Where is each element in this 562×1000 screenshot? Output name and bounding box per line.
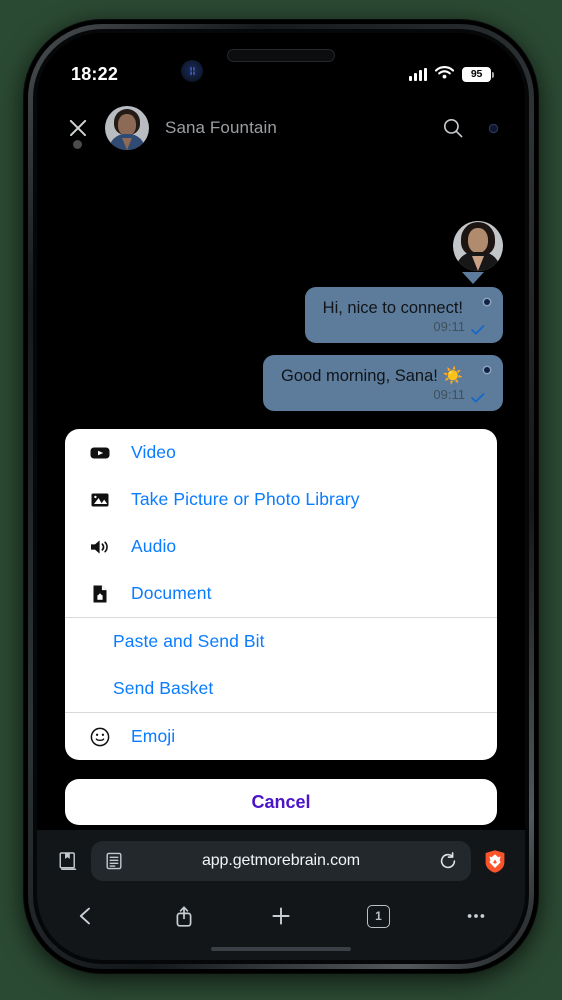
read-check-icon [471, 390, 485, 402]
avatar-status-dot [73, 140, 82, 149]
emoji-icon [87, 724, 113, 750]
message-time: 09:11 [433, 387, 465, 402]
home-indicator[interactable] [211, 947, 351, 951]
tab-count-button[interactable]: 1 [364, 901, 394, 931]
action-item-label: Audio [131, 536, 177, 556]
document-icon [87, 581, 113, 607]
browser-toolbar: 1 [37, 892, 525, 940]
status-time: 18:22 [71, 63, 119, 84]
battery-icon: 95 [462, 66, 494, 82]
action-item-audio[interactable]: Audio [65, 523, 497, 570]
more-menu-icon[interactable] [461, 901, 491, 931]
contact-name: Sana Fountain [165, 118, 277, 137]
cancel-button[interactable]: Cancel [65, 779, 497, 825]
message-text: Good morning, Sana! ☀️ [281, 367, 463, 385]
avatar[interactable] [105, 106, 149, 150]
chat-header: Sana Fountain [37, 101, 525, 155]
brave-shield-icon[interactable] [483, 849, 507, 874]
share-icon[interactable] [169, 901, 199, 931]
message-row: Hi, nice to connect! 09:11 [59, 287, 503, 343]
tab-count: 1 [367, 904, 390, 928]
video-icon [87, 440, 113, 466]
wifi-icon [434, 65, 455, 84]
message-status-dot [484, 367, 490, 373]
action-item-label: Document [131, 583, 212, 603]
url-text: app.getmorebrain.com [201, 852, 361, 869]
action-sheet-group: Video Take Picture or Photo Library Audi… [65, 429, 497, 617]
message-status-dot [484, 299, 490, 305]
close-icon[interactable] [65, 115, 91, 141]
audio-icon [87, 534, 113, 560]
status-indicators: 95 [409, 65, 494, 84]
message-bubble[interactable]: Good morning, Sana! ☀️ 09:11 [263, 355, 503, 411]
action-item-video[interactable]: Video [65, 429, 497, 476]
phone-frame: 18:22 95 Sana Fountain Hi, nice to conne… [24, 20, 538, 973]
message-sender-avatar [453, 221, 503, 271]
url-bar[interactable]: app.getmorebrain.com [91, 841, 471, 881]
search-icon[interactable] [442, 117, 464, 139]
header-actions [442, 117, 497, 139]
message-row: Good morning, Sana! ☀️ 09:11 [59, 355, 503, 411]
message-meta: 09:11 [281, 387, 485, 402]
reload-icon[interactable] [437, 850, 459, 872]
action-item-document[interactable]: Document [65, 570, 497, 617]
action-item-label: Paste and Send Bit [113, 631, 265, 651]
action-item-label: Take Picture or Photo Library [131, 489, 360, 509]
action-sheet-group: Emoji [65, 712, 497, 760]
browser-chrome: app.getmorebrain.com 1 [37, 830, 525, 960]
action-sheet: Video Take Picture or Photo Library Audi… [65, 429, 497, 760]
action-item-send-basket[interactable]: Send Basket [65, 665, 497, 712]
read-check-icon [471, 322, 485, 334]
action-item-emoji[interactable]: Emoji [65, 713, 497, 760]
photo-library-icon [87, 487, 113, 513]
action-item-paste-and-send-bit[interactable]: Paste and Send Bit [65, 618, 497, 665]
back-icon[interactable] [71, 901, 101, 931]
status-bar: 18:22 95 [37, 59, 525, 89]
battery-level: 95 [470, 68, 483, 80]
action-item-label: Emoji [131, 726, 176, 746]
message-bubble[interactable]: Hi, nice to connect! 09:11 [304, 287, 503, 343]
action-item-label: Send Basket [113, 678, 214, 698]
url-row: app.getmorebrain.com [37, 830, 525, 892]
reader-mode-icon[interactable] [103, 850, 125, 872]
message-meta: 09:11 [323, 319, 485, 334]
cancel-button-label: Cancel [251, 791, 311, 812]
cellular-signal-icon [409, 67, 427, 81]
bookmarks-icon[interactable] [57, 850, 79, 872]
action-sheet-group: Paste and Send Bit Send Basket [65, 617, 497, 712]
message-time: 09:11 [433, 319, 465, 334]
bubble-tail [462, 272, 484, 284]
message-text: Hi, nice to connect! [322, 299, 463, 317]
action-item-label: Video [131, 442, 176, 462]
more-options-icon[interactable] [490, 124, 497, 132]
action-item-photo[interactable]: Take Picture or Photo Library [65, 476, 497, 523]
new-tab-icon[interactable] [266, 901, 296, 931]
phone-screen: 18:22 95 Sana Fountain Hi, nice to conne… [37, 33, 525, 960]
